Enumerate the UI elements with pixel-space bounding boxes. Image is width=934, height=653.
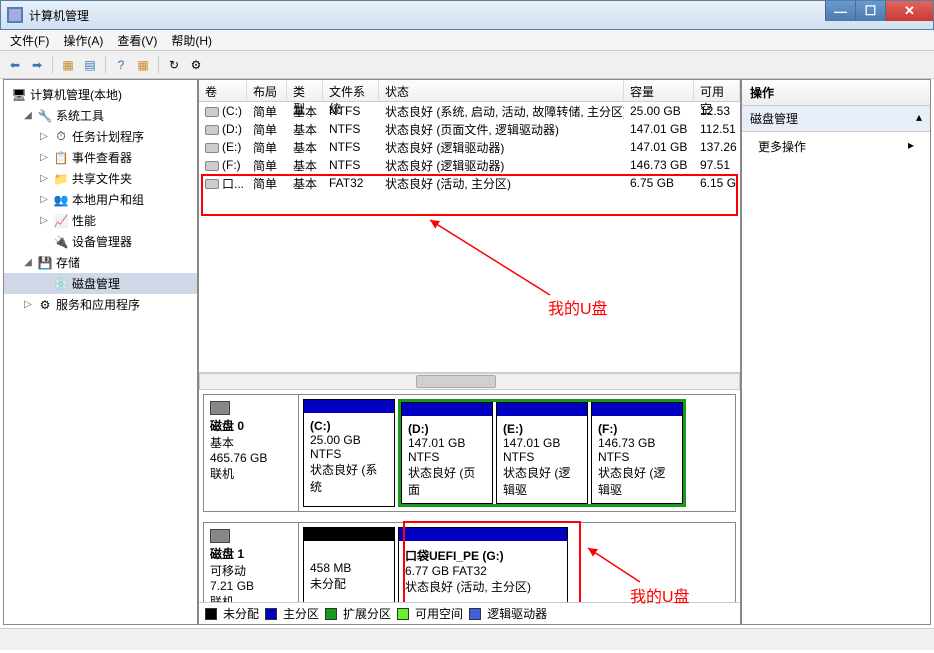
props-icon[interactable]: ▤ bbox=[81, 56, 99, 74]
maximize-button[interactable]: ☐ bbox=[855, 1, 885, 21]
h-scrollbar-top[interactable] bbox=[199, 373, 740, 390]
tree-sys-tools[interactable]: ◢🔧系统工具 bbox=[4, 105, 197, 126]
part-c[interactable]: (C:)25.00 GB NTFS状态良好 (系统 bbox=[303, 399, 395, 507]
actions-diskmgmt[interactable]: 磁盘管理▴ bbox=[742, 106, 930, 132]
tree-storage[interactable]: ◢💾存储 bbox=[4, 252, 197, 273]
legend-primary-icon bbox=[265, 608, 277, 620]
legend: 未分配 主分区 扩展分区 可用空间 逻辑驱动器 bbox=[199, 602, 740, 624]
titlebar: 计算机管理 — ☐ ✕ bbox=[0, 0, 934, 30]
view-icon[interactable]: ▦ bbox=[59, 56, 77, 74]
chevron-right-icon: ▸ bbox=[908, 138, 914, 155]
part-f[interactable]: (F:)146.73 GB NTFS状态良好 (逻辑驱 bbox=[591, 402, 683, 504]
disk0-label: 磁盘 0 基本 465.76 GB 联机 bbox=[204, 395, 299, 511]
close-button[interactable]: ✕ bbox=[885, 1, 933, 21]
actions-pane: 操作 磁盘管理▴ 更多操作▸ bbox=[741, 79, 931, 625]
tree-root[interactable]: 🖥计算机管理(本地) bbox=[4, 84, 197, 105]
col-free[interactable]: 可用空 bbox=[694, 80, 740, 101]
volume-table: 卷 布局 类型 文件系统 状态 容量 可用空 (C:)简单基本NTFS状态良好 … bbox=[199, 80, 740, 373]
part-unalloc[interactable]: 458 MB未分配 bbox=[303, 527, 395, 602]
legend-unalloc-icon bbox=[205, 608, 217, 620]
part-g[interactable]: 口袋UEFI_PE (G:)6.77 GB FAT32状态良好 (活动, 主分区… bbox=[398, 527, 568, 602]
table-row[interactable]: (F:)简单基本NTFS状态良好 (逻辑驱动器)146.73 GB97.51 bbox=[199, 156, 740, 174]
disk0-row[interactable]: 磁盘 0 基本 465.76 GB 联机 (C:)25.00 GB NTFS状态… bbox=[203, 394, 736, 512]
col-cap[interactable]: 容量 bbox=[624, 80, 694, 101]
disk1-row[interactable]: 磁盘 1 可移动 7.21 GB 联机 458 MB未分配 口袋UEFI_PE … bbox=[203, 522, 736, 602]
disk1-label: 磁盘 1 可移动 7.21 GB 联机 bbox=[204, 523, 299, 602]
col-layout[interactable]: 布局 bbox=[247, 80, 287, 101]
toolbar: ⬅ ➡ ▦ ▤ ? ▦ ↻ ⚙ bbox=[0, 51, 934, 79]
minimize-button[interactable]: — bbox=[825, 1, 855, 21]
col-fs[interactable]: 文件系统 bbox=[323, 80, 379, 101]
part-e[interactable]: (E:)147.01 GB NTFS状态良好 (逻辑驱 bbox=[496, 402, 588, 504]
statusbar bbox=[0, 628, 934, 650]
tree-local-users[interactable]: ▷👥本地用户和组 bbox=[4, 189, 197, 210]
settings-icon[interactable]: ⚙ bbox=[187, 56, 205, 74]
actions-more[interactable]: 更多操作▸ bbox=[742, 132, 930, 161]
table-row[interactable]: (E:)简单基本NTFS状态良好 (逻辑驱动器)147.01 GB137.26 bbox=[199, 138, 740, 156]
app-icon bbox=[7, 7, 23, 23]
legend-free-icon bbox=[397, 608, 409, 620]
legend-logical-icon bbox=[469, 608, 481, 620]
actions-header: 操作 bbox=[742, 80, 930, 106]
tree-perf[interactable]: ▷📈性能 bbox=[4, 210, 197, 231]
tree-disk-mgmt[interactable]: 💿磁盘管理 bbox=[4, 273, 197, 294]
col-vol[interactable]: 卷 bbox=[199, 80, 247, 101]
back-icon[interactable]: ⬅ bbox=[6, 56, 24, 74]
forward-icon[interactable]: ➡ bbox=[28, 56, 46, 74]
tree-dev-mgr[interactable]: 🔌设备管理器 bbox=[4, 231, 197, 252]
volume-header: 卷 布局 类型 文件系统 状态 容量 可用空 bbox=[199, 80, 740, 102]
part-d[interactable]: (D:)147.01 GB NTFS状态良好 (页面 bbox=[401, 402, 493, 504]
chevron-up-icon: ▴ bbox=[916, 110, 922, 127]
center-pane: 卷 布局 类型 文件系统 状态 容量 可用空 (C:)简单基本NTFS状态良好 … bbox=[198, 79, 741, 625]
list-icon[interactable]: ▦ bbox=[134, 56, 152, 74]
tree-event-viewer[interactable]: ▷📋事件查看器 bbox=[4, 147, 197, 168]
disk-icon bbox=[210, 401, 230, 415]
disk-graphic-area: 磁盘 0 基本 465.76 GB 联机 (C:)25.00 GB NTFS状态… bbox=[199, 390, 740, 602]
tree-task-sched[interactable]: ▷⏱任务计划程序 bbox=[4, 126, 197, 147]
window-title: 计算机管理 bbox=[29, 7, 89, 24]
menu-help[interactable]: 帮助(H) bbox=[171, 32, 212, 49]
disk-icon bbox=[210, 529, 230, 543]
menu-file[interactable]: 文件(F) bbox=[10, 32, 49, 49]
col-type[interactable]: 类型 bbox=[287, 80, 323, 101]
tree-services[interactable]: ▷⚙服务和应用程序 bbox=[4, 294, 197, 315]
col-status[interactable]: 状态 bbox=[379, 80, 624, 101]
menu-action[interactable]: 操作(A) bbox=[63, 32, 103, 49]
table-row[interactable]: (D:)简单基本NTFS状态良好 (页面文件, 逻辑驱动器)147.01 GB1… bbox=[199, 120, 740, 138]
table-row[interactable]: (C:)简单基本NTFS状态良好 (系统, 启动, 活动, 故障转储, 主分区)… bbox=[199, 102, 740, 120]
legend-extended-icon bbox=[325, 608, 337, 620]
help-icon[interactable]: ? bbox=[112, 56, 130, 74]
nav-tree: 🖥计算机管理(本地) ◢🔧系统工具 ▷⏱任务计划程序 ▷📋事件查看器 ▷📁共享文… bbox=[3, 79, 198, 625]
menu-view[interactable]: 查看(V) bbox=[117, 32, 157, 49]
menubar: 文件(F) 操作(A) 查看(V) 帮助(H) bbox=[0, 30, 934, 51]
table-row[interactable]: 口...简单基本FAT32状态良好 (活动, 主分区)6.75 GB6.15 G bbox=[199, 174, 740, 192]
refresh-icon[interactable]: ↻ bbox=[165, 56, 183, 74]
tree-shared[interactable]: ▷📁共享文件夹 bbox=[4, 168, 197, 189]
